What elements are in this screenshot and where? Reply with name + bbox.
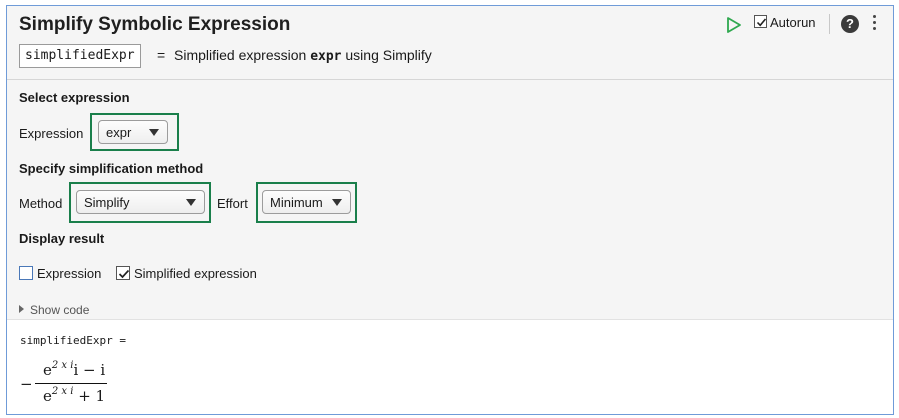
toolbar-divider xyxy=(829,14,830,34)
summary-suffix: using Simplify xyxy=(345,47,432,63)
output-variable-field[interactable]: simplifiedExpr xyxy=(19,44,141,68)
denominator-exponent: 2 x i xyxy=(51,386,74,397)
task-title: Simplify Symbolic Expression xyxy=(19,14,291,35)
expression-dropdown[interactable]: expr xyxy=(98,120,168,144)
method-label: Method xyxy=(19,196,63,211)
math-minus: − xyxy=(20,375,33,393)
checkbox-icon xyxy=(756,18,767,27)
numerator-base: e xyxy=(43,361,52,379)
more-options-icon[interactable] xyxy=(873,15,877,33)
task-summary: Simplified expression expr using Simplif… xyxy=(174,47,432,64)
checkbox-icon xyxy=(118,269,130,279)
simplification-method-heading: Specify simplification method xyxy=(19,161,204,176)
simplified-expression-label: Simplified expression xyxy=(134,266,257,281)
expression-label: Expression xyxy=(19,126,84,141)
effort-label: Effort xyxy=(217,196,248,211)
live-task-panel: Simplify Symbolic Expression simplifiedE… xyxy=(6,5,894,415)
help-icon[interactable]: ? xyxy=(841,15,859,33)
equals-sign: = xyxy=(157,47,166,63)
autorun-checkbox[interactable] xyxy=(754,15,767,28)
output-variable-line: simplifiedExpr = xyxy=(20,334,126,347)
method-dropdown-value: Simplify xyxy=(84,195,130,210)
autorun-label: Autorun xyxy=(770,15,816,30)
output-area: simplifiedExpr = − e2 x ii − i e2 x i + … xyxy=(7,319,893,414)
expression-dropdown-value: expr xyxy=(106,125,132,140)
dropdown-arrow-icon xyxy=(332,199,342,206)
select-expression-heading: Select expression xyxy=(19,90,130,105)
run-icon[interactable] xyxy=(726,16,742,34)
dropdown-arrow-icon xyxy=(149,129,159,136)
expression-checkbox-label: Expression xyxy=(37,266,102,281)
dropdown-arrow-icon xyxy=(186,199,196,206)
summary-code: expr xyxy=(310,49,342,64)
effort-dropdown[interactable]: Minimum xyxy=(262,190,351,214)
summary-prefix: Simplified expression xyxy=(174,47,307,63)
simplified-expression-checkbox[interactable] xyxy=(116,266,130,280)
method-dropdown[interactable]: Simplify xyxy=(76,190,205,214)
math-numerator: e2 x ii − i xyxy=(43,360,105,379)
numerator-exponent: 2 x i xyxy=(51,360,74,371)
denominator-rest: + 1 xyxy=(73,387,106,405)
show-code-toggle[interactable]: Show code xyxy=(19,303,89,317)
task-header: Simplify Symbolic Expression simplifiedE… xyxy=(7,6,893,80)
display-result-heading: Display result xyxy=(19,231,105,246)
fraction-bar xyxy=(35,383,107,384)
math-denominator: e2 x i + 1 xyxy=(43,386,105,405)
expression-checkbox[interactable] xyxy=(19,266,33,280)
show-code-label: Show code xyxy=(30,303,90,317)
expand-triangle-icon xyxy=(19,305,24,313)
effort-dropdown-value: Minimum xyxy=(270,195,323,210)
denominator-base: e xyxy=(43,387,52,405)
numerator-rest: i − i xyxy=(73,361,106,379)
